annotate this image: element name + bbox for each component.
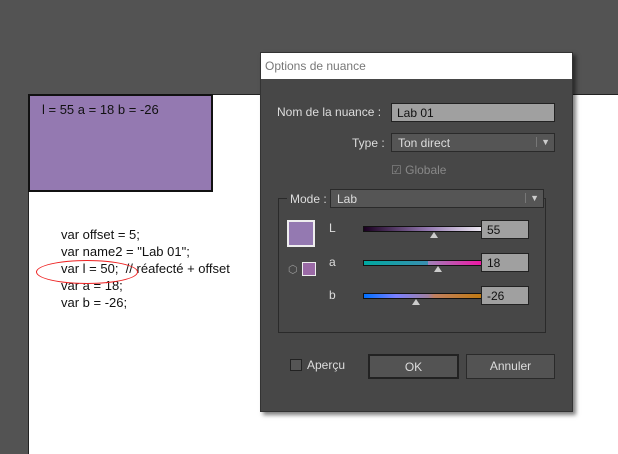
slider-thumb[interactable] xyxy=(430,232,438,238)
swatch-text: l = 55 a = 18 b = -26 xyxy=(42,102,159,117)
cancel-button[interactable]: Annuler xyxy=(466,354,555,379)
ok-button[interactable]: OK xyxy=(368,354,459,379)
type-select[interactable]: Ton direct ▼ xyxy=(391,133,555,152)
global-label: Globale xyxy=(405,163,447,177)
slider-a[interactable] xyxy=(363,260,493,272)
slider-thumb[interactable] xyxy=(412,299,420,305)
code-line: var b = -26; xyxy=(61,295,128,310)
slider-label-L: L xyxy=(329,221,336,235)
slider-label-a: a xyxy=(329,255,336,269)
chevron-down-icon: ▼ xyxy=(536,137,550,147)
mode-label: Mode : xyxy=(287,192,330,206)
b-input[interactable]: -26 xyxy=(481,286,529,305)
check-icon: ☑ xyxy=(391,163,402,177)
type-label: Type : xyxy=(352,136,385,150)
out-of-gamut-cube-icon: ⬡ xyxy=(288,264,298,276)
global-checkbox[interactable]: ☑ Globale xyxy=(391,163,446,177)
L-input[interactable]: 55 xyxy=(481,220,529,239)
preview-checkbox[interactable] xyxy=(290,359,302,371)
slider-label-b: b xyxy=(329,288,336,302)
slider-thumb[interactable] xyxy=(434,266,442,272)
chevron-down-icon: ▼ xyxy=(525,193,539,203)
a-input[interactable]: 18 xyxy=(481,253,529,272)
mode-value: Lab xyxy=(337,192,358,206)
slider-L[interactable] xyxy=(363,226,493,238)
dialog-title[interactable]: Options de nuance xyxy=(261,53,572,79)
preview-label: Aperçu xyxy=(307,358,346,372)
code-line: var offset = 5; xyxy=(61,227,140,242)
gamut-swatch[interactable] xyxy=(302,262,316,276)
color-rectangle[interactable]: l = 55 a = 18 b = -26 xyxy=(28,94,213,192)
red-annotation-ellipse xyxy=(36,260,138,284)
mode-select[interactable]: Lab ▼ xyxy=(330,189,544,208)
type-value: Ton direct xyxy=(398,136,451,150)
slider-b[interactable] xyxy=(363,293,493,305)
swatch-name-input[interactable]: Lab 01 xyxy=(391,103,555,122)
name-label: Nom de la nuance : xyxy=(277,105,382,119)
code-line: var name2 = "Lab 01"; xyxy=(61,244,190,259)
color-preview-swatch xyxy=(287,220,315,247)
swatch-options-dialog: Options de nuance Nom de la nuance : Lab… xyxy=(260,52,573,412)
